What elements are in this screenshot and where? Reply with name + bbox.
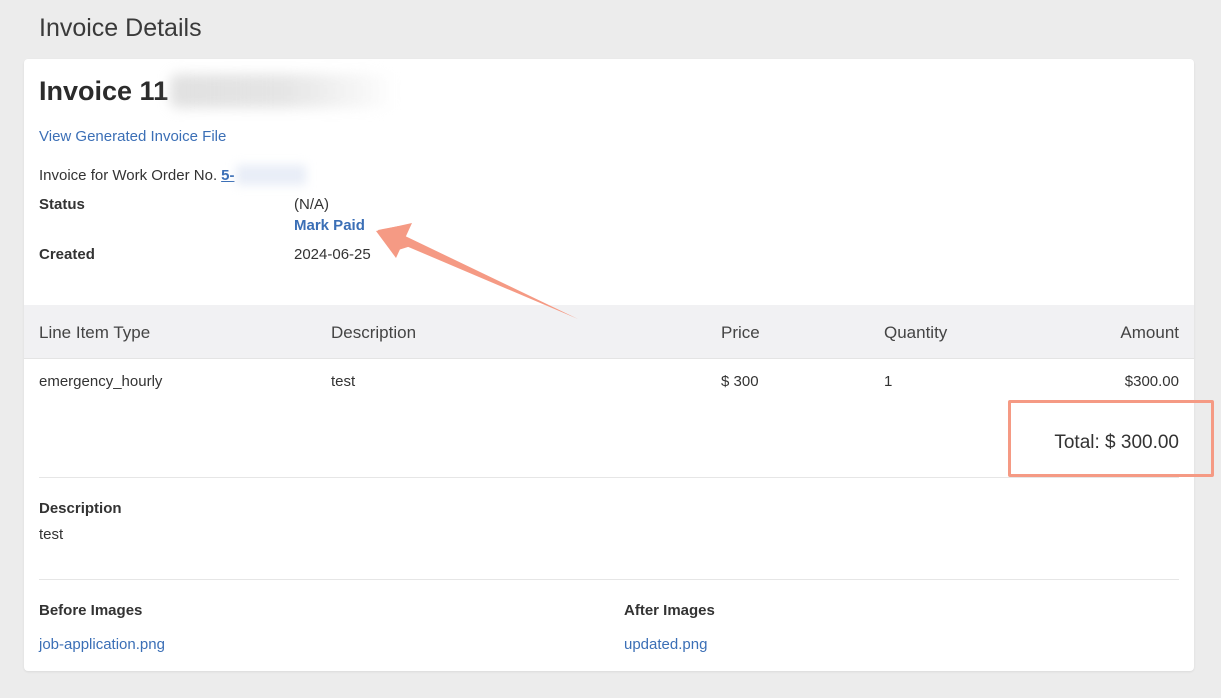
- cell-quantity: 1: [884, 373, 893, 390]
- divider: [39, 579, 1179, 580]
- redacted-region: [236, 165, 307, 185]
- created-label: Created: [39, 246, 95, 263]
- column-header-price: Price: [721, 323, 760, 342]
- work-order-label: Invoice for Work Order No.: [39, 166, 218, 184]
- cell-amount: $300.00: [1124, 373, 1179, 390]
- work-order-link[interactable]: 5-: [221, 167, 234, 184]
- status-label: Status: [39, 196, 85, 213]
- mark-paid-link[interactable]: Mark Paid: [294, 217, 365, 234]
- line-items-header: Line Item Type Description Price Quantit…: [24, 305, 1194, 359]
- before-images-label: Before Images: [39, 602, 143, 619]
- invoice-number: Invoice 11: [39, 75, 169, 106]
- column-header-description: Description: [331, 323, 417, 342]
- invoice-card: Invoice 11 View Generated Invoice File I…: [24, 59, 1194, 671]
- column-header-quantity: Quantity: [884, 323, 948, 342]
- cell-price: $ 300: [721, 373, 759, 390]
- divider: [39, 477, 1179, 478]
- total-highlight-box: [1008, 400, 1214, 477]
- after-images-label: After Images: [624, 602, 715, 619]
- column-header-type: Line Item Type: [39, 323, 151, 342]
- cell-type: emergency_hourly: [39, 373, 163, 390]
- page-title: Invoice Details: [39, 14, 202, 42]
- cell-description: test: [331, 373, 356, 390]
- view-invoice-file-link[interactable]: View Generated Invoice File: [39, 128, 226, 145]
- column-header-amount: Amount: [1120, 323, 1179, 342]
- created-value: 2024-06-25: [294, 246, 371, 263]
- status-value: (N/A): [294, 196, 329, 213]
- description-value: test: [39, 526, 64, 543]
- after-image-link[interactable]: updated.png: [624, 636, 707, 653]
- before-image-link[interactable]: job-application.png: [39, 636, 165, 653]
- work-order-line: Invoice for Work Order No. 5-: [39, 165, 307, 185]
- invoice-title: Invoice 11: [39, 74, 396, 108]
- description-label: Description: [39, 500, 122, 517]
- redacted-region: [170, 74, 396, 108]
